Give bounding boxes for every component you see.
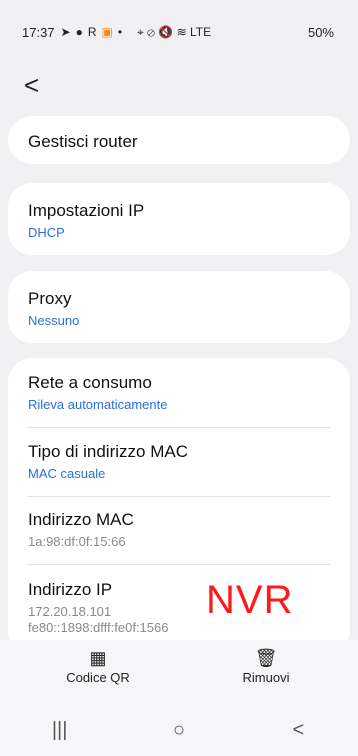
mac-address-value: 1a:98:df:0f:15:66 bbox=[28, 534, 126, 549]
remove-label: Rimuovi bbox=[242, 670, 290, 685]
status-right-icons: ⌖ ⊘ 🔇 ≋ LTE bbox=[137, 24, 212, 39]
home-button[interactable]: ○ bbox=[159, 719, 199, 742]
metered-row[interactable]: Rete a consumo Rileva automaticamente bbox=[28, 373, 330, 412]
qr-code-icon: ▦ bbox=[89, 648, 107, 668]
divider bbox=[28, 427, 330, 428]
proxy-card[interactable]: Proxy Nessuno bbox=[8, 271, 350, 343]
manage-router-label: Gestisci router bbox=[28, 132, 138, 151]
whatsapp-icon: ● bbox=[75, 25, 83, 39]
manage-router-card[interactable]: Gestisci router bbox=[8, 116, 350, 164]
metered-title: Rete a consumo bbox=[28, 373, 152, 392]
qr-code-button[interactable]: ▦ Codice QR bbox=[38, 648, 158, 685]
dot-icon: • bbox=[117, 25, 123, 39]
system-navigation-bar: ||| ○ < bbox=[0, 704, 358, 756]
chevron-left-icon: < bbox=[24, 70, 40, 100]
app-icon: ▣ bbox=[101, 25, 113, 39]
mac-address-row: Indirizzo MAC 1a:98:df:0f:15:66 bbox=[28, 510, 330, 549]
mac-type-title: Tipo di indirizzo MAC bbox=[28, 442, 188, 461]
trash-icon: 🗑 bbox=[254, 648, 278, 668]
nvr-overlay-text: NVR bbox=[206, 578, 294, 622]
mac-address-title: Indirizzo MAC bbox=[28, 510, 134, 529]
battery-level: 50% bbox=[307, 24, 334, 40]
mac-type-value: MAC casuale bbox=[28, 466, 106, 481]
divider bbox=[28, 496, 330, 497]
bottom-action-bar: ▦ Codice QR 🗑 Rimuovi bbox=[0, 640, 358, 704]
network-details-card: Rete a consumo Rileva automaticamente Ti… bbox=[8, 358, 350, 654]
divider bbox=[28, 564, 330, 565]
metered-value: Rileva automaticamente bbox=[28, 397, 168, 412]
proxy-title: Proxy bbox=[28, 289, 72, 308]
navigation-icon: ➤ bbox=[60, 25, 71, 39]
nav-back-button[interactable]: < bbox=[278, 719, 318, 742]
mac-type-row[interactable]: Tipo di indirizzo MAC MAC casuale bbox=[28, 442, 330, 481]
ip-settings-title: Impostazioni IP bbox=[28, 201, 145, 220]
ip-settings-card[interactable]: Impostazioni IP DHCP bbox=[8, 183, 350, 255]
r-icon: R bbox=[87, 25, 97, 39]
proxy-value: Nessuno bbox=[28, 313, 80, 328]
back-button[interactable]: < bbox=[24, 72, 39, 98]
remove-button[interactable]: 🗑 Rimuovi bbox=[206, 648, 326, 685]
status-bar: 17:37 ➤ ● R ▣ • ⌖ ⊘ 🔇 ≋ LTE 50% bbox=[0, 0, 358, 64]
recent-apps-button[interactable]: ||| bbox=[40, 719, 80, 742]
status-time: 17:37 bbox=[22, 24, 55, 40]
qr-code-label: Codice QR bbox=[66, 670, 130, 685]
ip-settings-value: DHCP bbox=[28, 225, 65, 240]
